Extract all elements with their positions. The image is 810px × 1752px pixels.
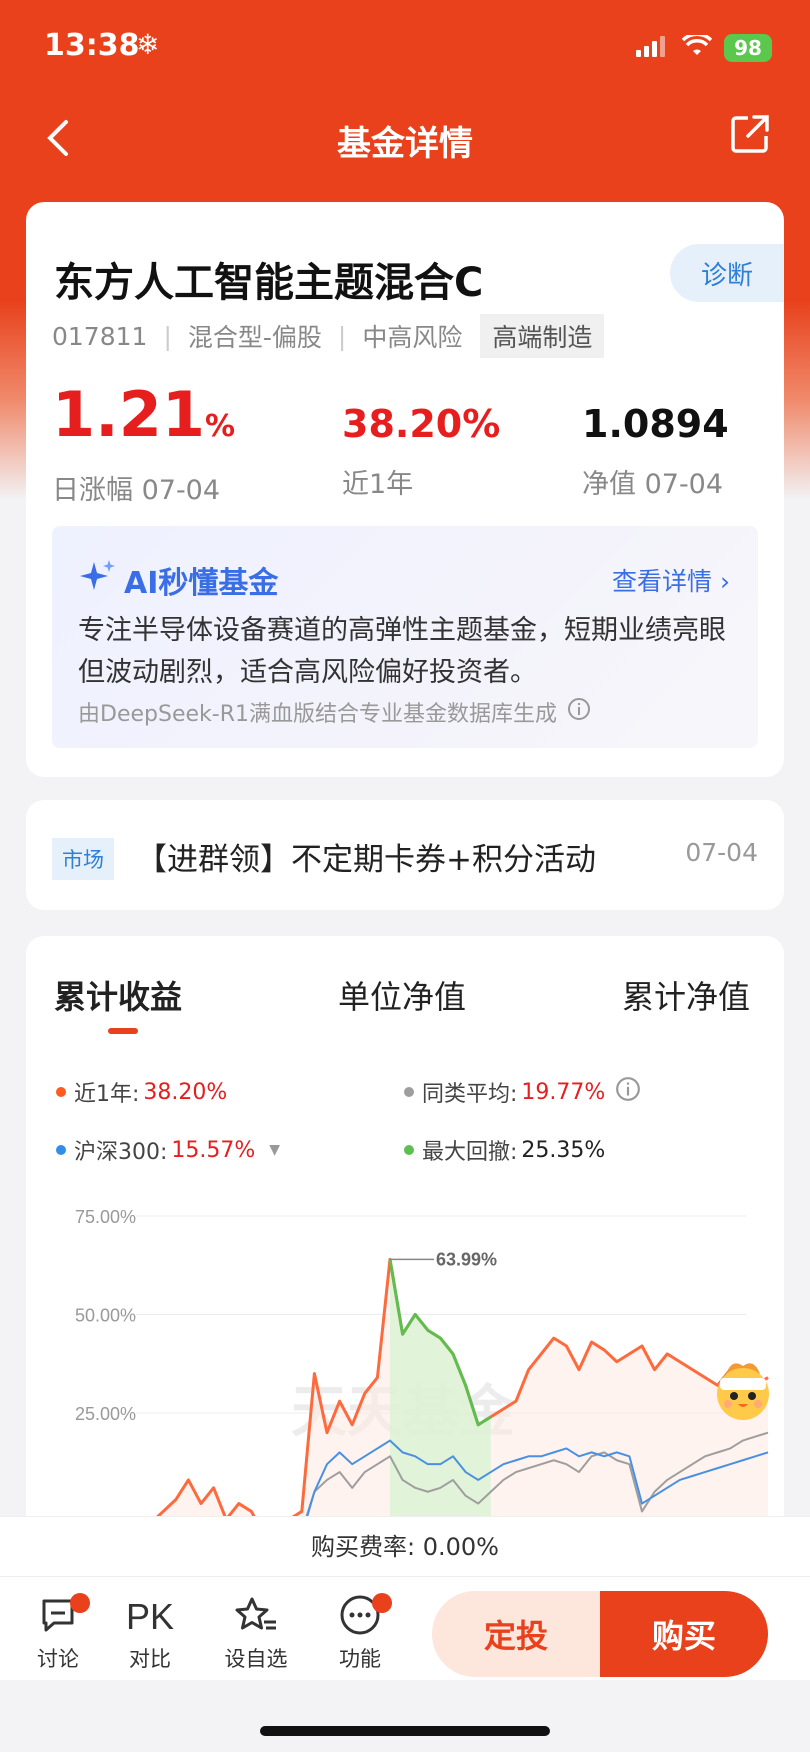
fund-name: 东方人工智能主题混合C (54, 260, 484, 306)
navbar: 基金详情 (0, 96, 810, 180)
tab-cumulative-return[interactable]: 累计收益 (54, 972, 182, 1018)
functions-label: 功能 (339, 1647, 381, 1671)
auto-invest-button[interactable]: 定投 (432, 1591, 600, 1677)
news-date: 07-04 (685, 838, 758, 867)
chevron-right-icon: › (720, 567, 730, 596)
status-bar: 13:38 ❄ 98 (0, 0, 810, 96)
status-indicators: 98 (636, 32, 772, 62)
chart-tabs: 累计收益 单位净值 累计净值 (26, 972, 784, 1032)
triangle-down-icon: ▼ (269, 1142, 281, 1158)
wifi-icon (681, 32, 713, 61)
ai-footer: 由DeepSeek-R1满血版结合专业基金数据库生成 (78, 696, 591, 728)
legend-index[interactable]: 沪深300: 15.57% ▼ (56, 1134, 280, 1166)
ai-more-link[interactable]: 查看详情 › (612, 562, 730, 598)
news-text: 【进群领】不定期卡券+积分活动 (136, 842, 596, 878)
star-list-icon (234, 1595, 278, 1640)
legend-fund-value: 38.20% (143, 1079, 228, 1105)
fund-risk: 中高风险 (362, 323, 463, 352)
ai-footer-text: 由DeepSeek-R1满血版结合专业基金数据库生成 (78, 702, 557, 727)
bottom-action-bar: 讨论 PK 对比 设自选 功能 定投 购买 (0, 1576, 810, 1680)
cumulative-return-chart[interactable]: 75.00%50.00%25.00%天天基金63.99% (26, 1176, 784, 1516)
news-tag: 市场 (52, 838, 114, 880)
legend-drawdown-label: 最大回撤: (422, 1140, 518, 1165)
daily-change-metric: 1.21% 日涨幅 07-04 (52, 380, 235, 507)
discuss-button[interactable]: 讨论 (18, 1591, 98, 1673)
watchlist-label: 设自选 (224, 1647, 288, 1671)
y-tick-label: 25.00% (75, 1404, 136, 1424)
year-return-label: 近1年 (342, 469, 414, 500)
nav-value: 1.0894 (582, 402, 729, 446)
news-card[interactable]: 市场 【进群领】不定期卡券+积分活动 07-04 (26, 800, 784, 910)
snowflake-icon: ❄ (136, 28, 160, 61)
ai-title: AI秒懂基金 (78, 556, 278, 604)
tab-unit-nav[interactable]: 单位净值 (338, 972, 466, 1018)
legend-drawdown: 最大回撤: 25.35% (404, 1134, 605, 1166)
y-tick-label: 50.00% (75, 1305, 136, 1325)
diagnose-button[interactable]: 诊断 (670, 244, 784, 302)
battery-indicator: 98 (724, 34, 772, 62)
sparkle-icon (78, 556, 118, 604)
nav-metric: 1.0894 净值 07-04 (582, 398, 729, 501)
compare-button[interactable]: PK 对比 (110, 1591, 190, 1673)
fund-summary-card: 东方人工智能主题混合C 诊断 017811 | 混合型-偏股 | 中高风险 高端… (26, 202, 784, 777)
nav-label: 净值 07-04 (582, 469, 724, 500)
notification-badge (372, 1593, 392, 1613)
tab-indicator (108, 1028, 138, 1034)
legend-index-label: 沪深300: (74, 1140, 168, 1165)
home-indicator (260, 1726, 550, 1736)
fund-code: 017811 (52, 321, 148, 351)
discuss-label: 讨论 (37, 1647, 79, 1671)
functions-button[interactable]: 功能 (320, 1591, 400, 1673)
mascot-icon[interactable] (706, 1356, 780, 1426)
signal-icon (636, 35, 670, 61)
y-tick-label: 75.00% (75, 1207, 136, 1227)
ai-more-label: 查看详情 (612, 567, 713, 596)
chart-card: 累计收益 单位净值 累计净值 近1年: 38.20% 同类平均: 19.77% … (26, 936, 784, 1556)
fee-bar: 购买费率: 0.00% (0, 1516, 810, 1576)
legend-category: 同类平均: 19.77% (404, 1076, 641, 1108)
daily-change-value: 1.21 (52, 378, 205, 451)
info-icon[interactable] (567, 697, 591, 727)
year-return-value: 38.20% (342, 402, 501, 446)
notification-badge (70, 1593, 90, 1613)
legend-drawdown-value: 25.35% (521, 1137, 606, 1163)
fund-type: 混合型-偏股 (187, 323, 322, 352)
legend-category-label: 同类平均: (422, 1082, 518, 1107)
fund-tags: 017811 | 混合型-偏股 | 中高风险 高端制造 (52, 314, 605, 358)
daily-change-label: 日涨幅 07-04 (52, 475, 221, 506)
compare-label: 对比 (129, 1647, 171, 1671)
daily-change-unit: % (204, 409, 236, 444)
share-icon[interactable] (728, 112, 772, 156)
peak-annotation-label: 63.99% (436, 1249, 497, 1269)
legend-category-value: 19.77% (521, 1079, 606, 1105)
legend-index-value: 15.57% (171, 1137, 256, 1163)
ai-title-text: AI秒懂基金 (124, 566, 279, 601)
info-icon[interactable] (615, 1076, 641, 1108)
status-time: 13:38 (44, 28, 140, 63)
watchlist-button[interactable]: 设自选 (214, 1591, 298, 1673)
pk-icon: PK (125, 1596, 175, 1637)
ai-summary-text: 专注半导体设备赛道的高弹性主题基金，短期业绩亮眼但波动剧烈，适合高风险偏好投资者… (78, 615, 726, 688)
fund-theme-tag[interactable]: 高端制造 (480, 314, 605, 358)
legend-fund: 近1年: 38.20% (56, 1076, 227, 1108)
year-return-metric: 38.20% 近1年 (342, 398, 500, 501)
tab-cumulative-nav[interactable]: 累计净值 (622, 972, 750, 1018)
buy-button[interactable]: 购买 (600, 1591, 768, 1677)
ai-summary-box[interactable]: AI秒懂基金 查看详情 › 专注半导体设备赛道的高弹性主题基金，短期业绩亮眼但波… (52, 526, 758, 748)
page-title: 基金详情 (337, 124, 473, 164)
legend-fund-label: 近1年: (74, 1082, 140, 1107)
